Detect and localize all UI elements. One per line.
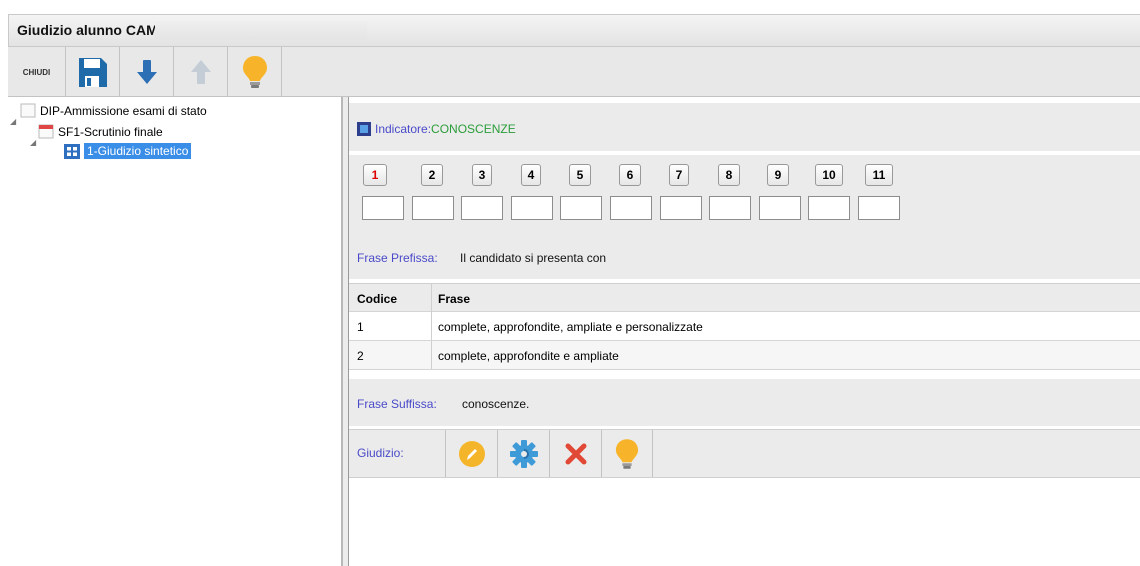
arrow-up-icon (190, 60, 211, 84)
suffix-section: Frase Suffissa: conoscenze. (349, 379, 1140, 426)
number-field-4[interactable] (511, 196, 553, 220)
column-divider (431, 312, 432, 340)
pencil-icon (458, 440, 485, 467)
tips-button[interactable] (228, 47, 282, 97)
close-button-label: CHIUDI (22, 67, 51, 77)
lightbulb-icon (615, 438, 639, 469)
folder-node-icon (20, 103, 36, 118)
redacted-name-overlay (155, 21, 367, 39)
number-button-10[interactable]: 10 (815, 164, 843, 186)
column-header-codice[interactable]: Codice (357, 292, 397, 306)
lightbulb-icon (242, 56, 267, 88)
number-button-9[interactable]: 9 (767, 164, 789, 186)
indicator-value: CONOSCENZE (431, 122, 516, 136)
table-row[interactable]: 1 complete, approfondite, ampliate e per… (349, 312, 1140, 341)
panel-splitter[interactable] (342, 97, 349, 566)
tree-item-label: DIP-Ammissione esami di stato (40, 103, 207, 118)
phrases-table: Codice Frase 1 complete, approfondite, a… (349, 283, 1140, 370)
number-button-6[interactable]: 6 (619, 164, 641, 186)
close-button[interactable]: CHIUDI (8, 47, 66, 97)
grid-icon (64, 143, 80, 159)
number-field-11[interactable] (858, 196, 900, 220)
tree-item-label: SF1-Scrutinio finale (58, 124, 163, 139)
delete-icon (565, 443, 586, 464)
number-button-8[interactable]: 8 (718, 164, 740, 186)
delete-button[interactable] (549, 430, 601, 477)
number-field-10[interactable] (808, 196, 850, 220)
indicator-caption: Indicatore: (375, 122, 432, 136)
detail-panel: Indicatore: CONOSCENZE 1 2 3 4 5 6 7 8 9 … (349, 97, 1140, 566)
number-button-5[interactable]: 5 (569, 164, 591, 186)
move-down-button[interactable] (120, 47, 174, 97)
number-field-8[interactable] (709, 196, 751, 220)
tree-panel: ◢ DIP-Ammissione esami di stato ◢ SF1-Sc… (8, 97, 342, 566)
edit-button[interactable] (445, 430, 497, 477)
suffix-label: Frase Suffissa: (357, 397, 437, 411)
tree-item-ammissione[interactable]: DIP-Ammissione esami di stato (20, 103, 207, 118)
cell-frase: complete, approfondite, ampliate e perso… (438, 320, 703, 334)
column-divider (431, 284, 432, 312)
number-button-7[interactable]: 7 (669, 164, 689, 186)
prefix-section: Frase Prefissa: Il candidato si presenta… (349, 235, 1140, 279)
number-button-3[interactable]: 3 (472, 164, 492, 186)
giudizio-label: Giudizio: (357, 446, 404, 460)
table-row[interactable]: 2 complete, approfondite e ampliate (349, 341, 1140, 370)
number-field-7[interactable] (660, 196, 702, 220)
column-divider (431, 341, 432, 369)
number-field-5[interactable] (560, 196, 602, 220)
number-button-11[interactable]: 11 (865, 164, 893, 186)
number-selector: 1 2 3 4 5 6 7 8 9 10 11 (349, 155, 1140, 235)
tips-button[interactable] (601, 430, 653, 477)
save-icon (78, 58, 107, 87)
giudizio-text-area[interactable] (349, 477, 1140, 566)
number-field-9[interactable] (759, 196, 801, 220)
window-title-bar: Giudizio alunno CAMPANELLA PIERLUIGI (8, 14, 1140, 47)
number-field-6[interactable] (610, 196, 652, 220)
save-button[interactable] (66, 47, 120, 97)
cell-codice: 2 (357, 349, 364, 363)
toolbar: CHIUDI (8, 47, 1140, 97)
cell-frase: complete, approfondite e ampliate (438, 349, 619, 363)
tree-item-giudizio-sintetico[interactable]: 1-Giudizio sintetico (64, 143, 192, 159)
number-field-1[interactable] (362, 196, 404, 220)
number-field-2[interactable] (412, 196, 454, 220)
number-button-4[interactable]: 4 (521, 164, 541, 186)
number-button-1[interactable]: 1 (363, 164, 387, 186)
giudizio-toolbar: Giudizio: (349, 429, 1140, 477)
gear-icon (509, 439, 538, 468)
prefix-label: Frase Prefissa: (357, 251, 438, 265)
number-button-2[interactable]: 2 (421, 164, 443, 186)
indicator-section: Indicatore: CONOSCENZE (349, 103, 1140, 151)
settings-button[interactable] (497, 430, 549, 477)
cell-codice: 1 (357, 320, 364, 334)
column-header-frase[interactable]: Frase (438, 292, 470, 306)
arrow-down-icon (136, 60, 157, 84)
expand-toggle-icon[interactable]: ◢ (30, 138, 36, 147)
number-field-3[interactable] (461, 196, 503, 220)
indicator-icon (357, 122, 371, 136)
move-up-button[interactable] (174, 47, 228, 97)
table-header-row: Codice Frase (349, 283, 1140, 312)
expand-toggle-icon[interactable]: ◢ (10, 117, 16, 126)
prefix-text: Il candidato si presenta con (460, 251, 607, 265)
suffix-text: conoscenze. (462, 397, 530, 411)
tree-item-scrutinio[interactable]: SF1-Scrutinio finale (38, 124, 163, 139)
tree-item-label: 1-Giudizio sintetico (84, 143, 192, 159)
calendar-icon (38, 124, 54, 139)
indicator-label: Indicatore: CONOSCENZE (357, 122, 516, 136)
